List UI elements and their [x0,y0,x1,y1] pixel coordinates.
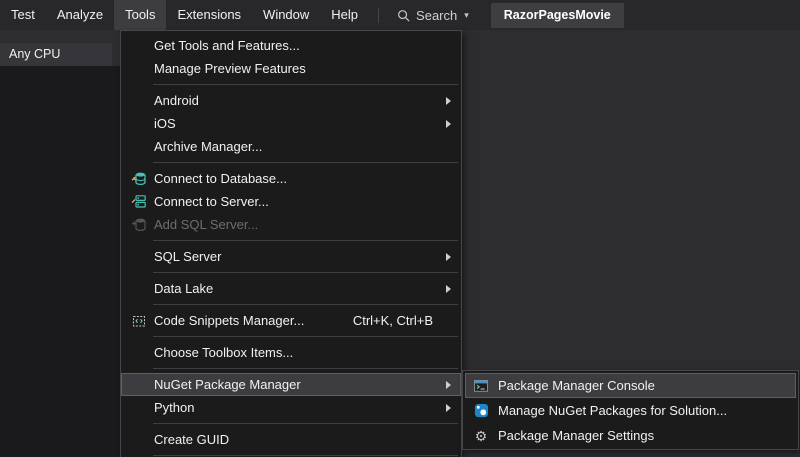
menu-item-label: Manage Preview Features [154,61,455,76]
menu-item-connect-to-server[interactable]: Connect to Server... [121,190,461,213]
tools-dropdown-menu: Get Tools and Features... Manage Preview… [120,30,462,457]
submenu-item-label: Manage NuGet Packages for Solution... [498,403,788,418]
menubar-divider [378,8,379,23]
icon-spacer [128,248,150,266]
menu-test[interactable]: Test [0,0,46,30]
menu-item-label: Connect to Server... [154,194,455,209]
menu-item-create-guid[interactable]: Create GUID [121,428,461,451]
menu-item-label: NuGet Package Manager [154,377,446,392]
submenu-arrow-icon [446,404,451,412]
search-icon [397,9,410,22]
menu-help[interactable]: Help [320,0,369,30]
menu-separator [153,84,458,85]
menu-window[interactable]: Window [252,0,320,30]
menu-item-sql-server[interactable]: SQL Server [121,245,461,268]
editor-background [0,66,120,457]
menu-separator [153,368,458,369]
menu-item-label: Code Snippets Manager... [154,313,353,328]
menu-item-android[interactable]: Android [121,89,461,112]
menu-separator [153,240,458,241]
menu-item-label: SQL Server [154,249,446,264]
platform-selector[interactable]: Any CPU [0,43,112,66]
menu-separator [153,455,458,456]
menu-item-label: Connect to Database... [154,171,455,186]
menu-item-code-snippets-manager[interactable]: Code Snippets Manager... Ctrl+K, Ctrl+B [121,309,461,332]
code-snippets-icon [128,312,150,330]
add-sql-server-icon [128,216,150,234]
menu-item-python[interactable]: Python [121,396,461,419]
nuget-submenu: Package Manager Console Manage NuGet Pac… [462,370,799,450]
search-box[interactable]: Search ▾ [388,0,478,30]
menu-item-ios[interactable]: iOS [121,112,461,135]
menu-separator [153,304,458,305]
icon-spacer [128,37,150,55]
submenu-item-package-manager-console[interactable]: Package Manager Console [465,373,796,398]
menu-item-get-tools-and-features[interactable]: Get Tools and Features... [121,34,461,57]
icon-spacer [128,138,150,156]
nuget-icon [471,402,491,420]
menu-item-label: Data Lake [154,281,446,296]
icon-spacer [128,344,150,362]
menu-item-choose-toolbox-items[interactable]: Choose Toolbox Items... [121,341,461,364]
menu-item-label: Choose Toolbox Items... [154,345,455,360]
menu-separator [153,162,458,163]
submenu-item-manage-nuget-packages[interactable]: Manage NuGet Packages for Solution... [465,398,796,423]
submenu-arrow-icon [446,253,451,261]
submenu-item-package-manager-settings[interactable]: ⚙ Package Manager Settings [465,423,796,448]
menu-item-label: Create GUID [154,432,455,447]
menu-item-label: Archive Manager... [154,139,455,154]
icon-spacer [128,431,150,449]
menu-item-label: Python [154,400,446,415]
search-label: Search [416,8,457,23]
menu-analyze[interactable]: Analyze [46,0,114,30]
menu-item-nuget-package-manager[interactable]: NuGet Package Manager [121,373,461,396]
submenu-arrow-icon [446,381,451,389]
submenu-item-label: Package Manager Settings [498,428,788,443]
menu-separator [153,336,458,337]
submenu-arrow-icon [446,120,451,128]
icon-spacer [128,115,150,133]
startup-project-button[interactable]: RazorPagesMovie [491,3,624,28]
menu-item-label: Add SQL Server... [154,217,455,232]
icon-spacer [128,60,150,78]
caret-down-icon: ▾ [464,10,469,21]
gear-icon: ⚙ [471,427,491,445]
submenu-arrow-icon [446,285,451,293]
vs-window: Any CPU Test Analyze Tools Extensions Wi… [0,0,800,457]
menu-item-manage-preview-features[interactable]: Manage Preview Features [121,57,461,80]
menu-item-shortcut: Ctrl+K, Ctrl+B [353,313,433,328]
menu-tools[interactable]: Tools [114,0,166,30]
menu-item-archive-manager[interactable]: Archive Manager... [121,135,461,158]
database-plug-icon [128,170,150,188]
menu-bar: Test Analyze Tools Extensions Window Hel… [0,0,800,30]
icon-spacer [128,376,150,394]
menu-extensions[interactable]: Extensions [166,0,252,30]
icon-spacer [128,280,150,298]
submenu-arrow-icon [446,97,451,105]
menu-item-data-lake[interactable]: Data Lake [121,277,461,300]
console-icon [471,377,491,395]
menu-item-label: Get Tools and Features... [154,38,455,53]
menu-item-connect-to-database[interactable]: Connect to Database... [121,167,461,190]
menu-separator [153,423,458,424]
menu-item-add-sql-server[interactable]: Add SQL Server... [121,213,461,236]
menu-item-label: Android [154,93,446,108]
menu-separator [153,272,458,273]
submenu-item-label: Package Manager Console [498,378,788,393]
icon-spacer [128,92,150,110]
menu-item-label: iOS [154,116,446,131]
icon-spacer [128,399,150,417]
server-plug-icon [128,193,150,211]
